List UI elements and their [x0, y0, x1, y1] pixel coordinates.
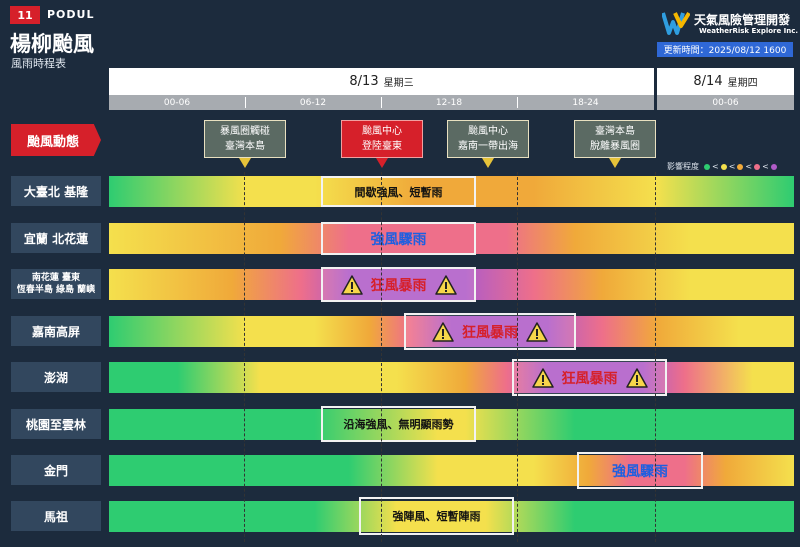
- date-header-0814: 8/14 星期四: [657, 68, 794, 95]
- weather-note-tag: 沿海強風、無明顯雨勢: [321, 406, 476, 442]
- event-arrow: [376, 158, 388, 168]
- page-title: 楊柳颱風: [10, 32, 94, 56]
- time-divider-0612: [244, 172, 245, 542]
- region-label-kinmen: 金門: [11, 455, 101, 485]
- event-line: 暴風圈觸碰: [220, 126, 270, 137]
- region-label-matsu: 馬祖: [11, 501, 101, 531]
- slot-label: 00-06: [712, 97, 739, 108]
- event-arrow: [482, 158, 494, 168]
- brand-name-zh: 天氣風險管理開發: [694, 13, 791, 27]
- warning-triangle-icon: [432, 321, 454, 342]
- storm-name-en: PODUL: [47, 8, 95, 21]
- event-line: 臺灣本島: [595, 126, 635, 137]
- slot-label: 18-24: [572, 97, 599, 108]
- region-line: 南花蓮 臺東: [31, 273, 81, 283]
- weather-note-text: 狂風暴雨: [561, 370, 618, 387]
- event-line: 颱風中心: [362, 126, 402, 137]
- slot-divider: [245, 97, 246, 108]
- legend-dot: [737, 163, 744, 170]
- weather-note-text: 狂風暴雨: [370, 277, 427, 294]
- weather-note-text: 狂風暴雨: [462, 324, 518, 341]
- event-line: 登陸臺東: [362, 141, 402, 152]
- storm-number-badge: 11: [10, 6, 40, 24]
- brand-name-en: WeatherRisk Explore Inc.: [699, 27, 799, 35]
- weather-note-tag: 強風驟雨: [321, 222, 476, 255]
- time-divider-1824: [517, 172, 518, 542]
- region-label-chianan-kaoping: 嘉南高屏: [11, 316, 101, 346]
- region-label-taoyuan-yunlin: 桃園至雲林: [11, 409, 101, 439]
- warning-triangle-icon: [625, 367, 648, 388]
- warning-triangle-icon: [434, 274, 457, 295]
- event-line: 嘉南一帶出海: [458, 141, 518, 152]
- event-line: 颱風中心: [468, 126, 508, 137]
- weather-note-tag: 狂風暴雨: [512, 359, 667, 396]
- legend-dot: [720, 163, 727, 170]
- legend-dot: [770, 163, 777, 170]
- event-arrow: [239, 158, 251, 168]
- weather-note-tag: 強陣風、短暫陣雨: [359, 497, 514, 535]
- time-divider-day: [655, 172, 656, 542]
- date-label: 8/13: [349, 74, 379, 89]
- legend-dot: [754, 163, 761, 170]
- page-subtitle: 風雨時程表: [11, 57, 66, 70]
- date-label: 8/14: [693, 74, 723, 89]
- event-exit-chianan: 颱風中心 嘉南一帶出海: [447, 120, 529, 158]
- legend-label: 影響程度: [667, 162, 699, 171]
- region-label-taipei-keelung: 大臺北 基隆: [11, 176, 101, 206]
- slot-label: 00-06: [163, 97, 191, 108]
- warning-triangle-icon: [340, 274, 363, 295]
- date-header-0813: 8/13 星期三: [109, 68, 654, 95]
- event-line: 脫離暴風圈: [590, 141, 640, 152]
- weather-note-tag: 狂風暴雨: [321, 267, 476, 302]
- region-label-south-hualien-taitung: 南花蓮 臺東 恆春半島 綠島 蘭嶼: [11, 269, 101, 299]
- typhoon-status-label: 颱風動態: [11, 124, 101, 156]
- slot-divider: [517, 97, 518, 108]
- event-line: 臺灣本島: [225, 141, 265, 152]
- region-line: 恆春半島 綠島 蘭嶼: [16, 285, 96, 295]
- impact-legend: 影響程度 < < < <: [667, 161, 777, 172]
- slot-label: 12-18: [435, 97, 463, 108]
- event-leave-storm-circle: 臺灣本島 脫離暴風圈: [574, 120, 656, 158]
- legend-dot: [704, 163, 710, 170]
- weather-note-tag: 間歇強風、短暫雨: [321, 176, 476, 207]
- slot-divider: [381, 97, 382, 108]
- weather-note-tag: 強風驟雨: [577, 452, 703, 489]
- weatherrisk-logo: [662, 11, 690, 35]
- event-arrow: [609, 158, 621, 168]
- update-time-badge: 更新時間：2025/08/12 1600: [657, 42, 793, 57]
- region-label-penghu: 澎湖: [11, 362, 101, 392]
- warning-triangle-icon: [526, 321, 548, 342]
- impact-bar: [109, 362, 794, 393]
- weather-note-tag: 狂風暴雨: [404, 313, 576, 350]
- warning-triangle-icon: [531, 367, 554, 388]
- event-landfall-taitung: 颱風中心 登陸臺東: [341, 120, 423, 158]
- slot-label: 06-12: [299, 97, 327, 108]
- event-storm-circle-touch: 暴風圈觸碰 臺灣本島: [204, 120, 286, 158]
- weekday-label: 星期三: [383, 78, 414, 89]
- time-divider-1218: [381, 172, 382, 542]
- weekday-label: 星期四: [727, 78, 758, 89]
- region-label-yilan-hualien: 宜蘭 北花蓮: [11, 223, 101, 253]
